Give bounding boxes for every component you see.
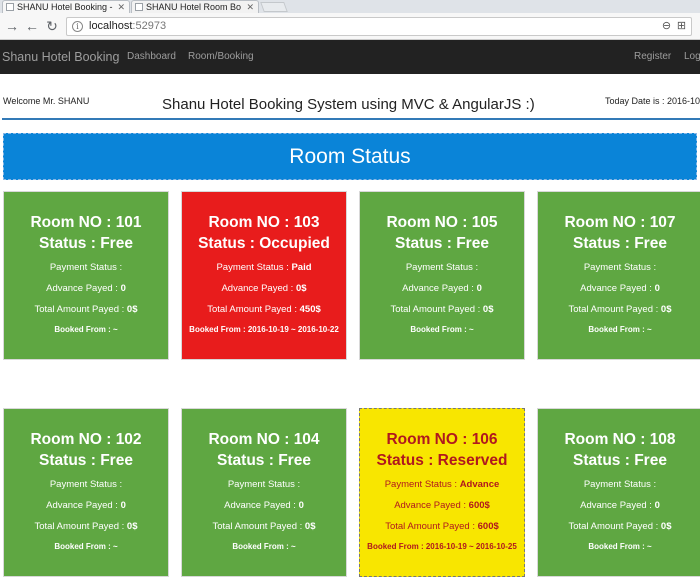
room-card[interactable]: Room NO : 102 Status : Free Payment Stat… (3, 408, 169, 577)
room-status: Status : Free (573, 452, 667, 469)
room-card[interactable]: Room NO : 101 Status : Free Payment Stat… (3, 191, 169, 360)
room-number: Room NO : 105 (386, 214, 498, 231)
total-amount-payed: Total Amount Payed : 0$ (34, 304, 138, 315)
room-status: Status : Occupied (198, 235, 330, 252)
welcome-message: Welcome Mr. SHANU (3, 96, 90, 106)
page-favicon-icon (6, 3, 14, 11)
room-number: Room NO : 107 (564, 214, 676, 231)
browser-tab-title: SHANU Hotel Room Bo (146, 2, 242, 12)
room-status-banner: Room Status (3, 133, 697, 180)
advance-payed: Advance Payed : 600$ (394, 500, 490, 511)
booked-from: Booked From : 2016-10-19 ~ 2016-10-22 (189, 325, 339, 334)
payment-status: Payment Status : (583, 479, 657, 490)
room-card[interactable]: Room NO : 106 Status : Reserved Payment … (359, 408, 525, 577)
room-status-title: Room Status (289, 145, 411, 168)
advance-payed: Advance Payed : 0 (580, 500, 660, 511)
room-status: Status : Free (395, 235, 489, 252)
payment-status: Payment Status : (49, 479, 123, 490)
nav-link-login[interactable]: Log (684, 51, 700, 62)
booked-from: Booked From : 2016-10-19 ~ 2016-10-25 (367, 542, 517, 551)
total-amount-payed: Total Amount Payed : 0$ (568, 521, 672, 532)
total-amount-payed: Total Amount Payed : 0$ (568, 304, 672, 315)
room-card[interactable]: Room NO : 108 Status : Free Payment Stat… (537, 408, 700, 577)
room-number: Room NO : 101 (30, 214, 142, 231)
room-status: Status : Free (573, 235, 667, 252)
page-title: Shanu Hotel Booking System using MVC & A… (162, 96, 535, 113)
navbar-brand[interactable]: Shanu Hotel Booking (2, 50, 119, 64)
advance-payed: Advance Payed : 0 (224, 500, 304, 511)
advance-payed: Advance Payed : 0 (46, 500, 126, 511)
zoom-icon[interactable]: ⊖ (660, 20, 673, 33)
room-status: Status : Free (39, 235, 133, 252)
nav-link-register[interactable]: Register (634, 51, 671, 62)
browser-tab-active[interactable]: SHANU Hotel Booking - ✕ (2, 0, 130, 13)
room-number: Room NO : 102 (30, 431, 142, 448)
booked-from: Booked From : ~ (588, 325, 652, 334)
booked-from: Booked From : ~ (232, 542, 296, 551)
room-card[interactable]: Room NO : 107 Status : Free Payment Stat… (537, 191, 700, 360)
total-amount-payed: Total Amount Payed : 0$ (390, 304, 494, 315)
new-tab-button[interactable] (260, 2, 288, 12)
back-arrow-icon[interactable]: ← (24, 18, 40, 34)
booked-from: Booked From : ~ (588, 542, 652, 551)
page-info-icon[interactable]: i (72, 21, 83, 32)
close-tab-icon[interactable]: ✕ (117, 1, 125, 13)
url-host: localhost (89, 20, 133, 32)
app-navbar: Shanu Hotel Booking Dashboard Room/Booki… (0, 40, 700, 74)
forward-arrow-icon[interactable]: → (4, 18, 20, 34)
total-amount-payed: Total Amount Payed : 0$ (34, 521, 138, 532)
nav-link-room-booking[interactable]: Room/Booking (188, 51, 254, 62)
room-number: Room NO : 108 (564, 431, 676, 448)
payment-status: Payment Status : Paid (216, 262, 312, 273)
payment-status: Payment Status : Advance (384, 479, 500, 490)
today-date: Today Date is : 2016-10 (605, 96, 700, 106)
room-card[interactable]: Room NO : 103 Status : Occupied Payment … (181, 191, 347, 360)
payment-status: Payment Status : (227, 479, 301, 490)
room-number: Room NO : 103 (208, 214, 320, 231)
advance-payed: Advance Payed : 0 (580, 283, 660, 294)
room-number: Room NO : 106 (386, 431, 498, 448)
room-status: Status : Reserved (376, 452, 508, 469)
browser-tab-inactive[interactable]: SHANU Hotel Room Bo ✕ (131, 0, 259, 13)
close-tab-icon[interactable]: ✕ (246, 1, 254, 13)
payment-status: Payment Status : (49, 262, 123, 273)
browser-tab-strip: SHANU Hotel Booking - ✕ SHANU Hotel Room… (0, 0, 700, 13)
reload-icon[interactable]: ↻ (44, 18, 60, 34)
page-favicon-icon (135, 3, 143, 11)
payment-status: Payment Status : (583, 262, 657, 273)
booked-from: Booked From : ~ (54, 325, 118, 334)
address-bar[interactable]: i localhost:52973 ⊖ ⊞ (66, 17, 692, 36)
address-url[interactable]: localhost:52973 (89, 20, 166, 32)
url-port: :52973 (132, 20, 167, 32)
advance-payed: Advance Payed : 0$ (221, 283, 307, 294)
advance-payed: Advance Payed : 0 (402, 283, 482, 294)
translate-icon[interactable]: ⊞ (675, 20, 688, 33)
room-number: Room NO : 104 (208, 431, 320, 448)
booked-from: Booked From : ~ (54, 542, 118, 551)
browser-toolbar: → ← ↻ i localhost:52973 ⊖ ⊞ (0, 13, 700, 40)
room-status: Status : Free (217, 452, 311, 469)
room-card[interactable]: Room NO : 104 Status : Free Payment Stat… (181, 408, 347, 577)
nav-link-dashboard[interactable]: Dashboard (127, 51, 176, 62)
room-card[interactable]: Room NO : 105 Status : Free Payment Stat… (359, 191, 525, 360)
advance-payed: Advance Payed : 0 (46, 283, 126, 294)
total-amount-payed: Total Amount Payed : 600$ (385, 521, 499, 532)
header-divider (2, 118, 700, 120)
total-amount-payed: Total Amount Payed : 450$ (207, 304, 321, 315)
browser-tab-title: SHANU Hotel Booking - (17, 2, 113, 12)
total-amount-payed: Total Amount Payed : 0$ (212, 521, 316, 532)
booked-from: Booked From : ~ (410, 325, 474, 334)
payment-status: Payment Status : (405, 262, 479, 273)
room-status: Status : Free (39, 452, 133, 469)
